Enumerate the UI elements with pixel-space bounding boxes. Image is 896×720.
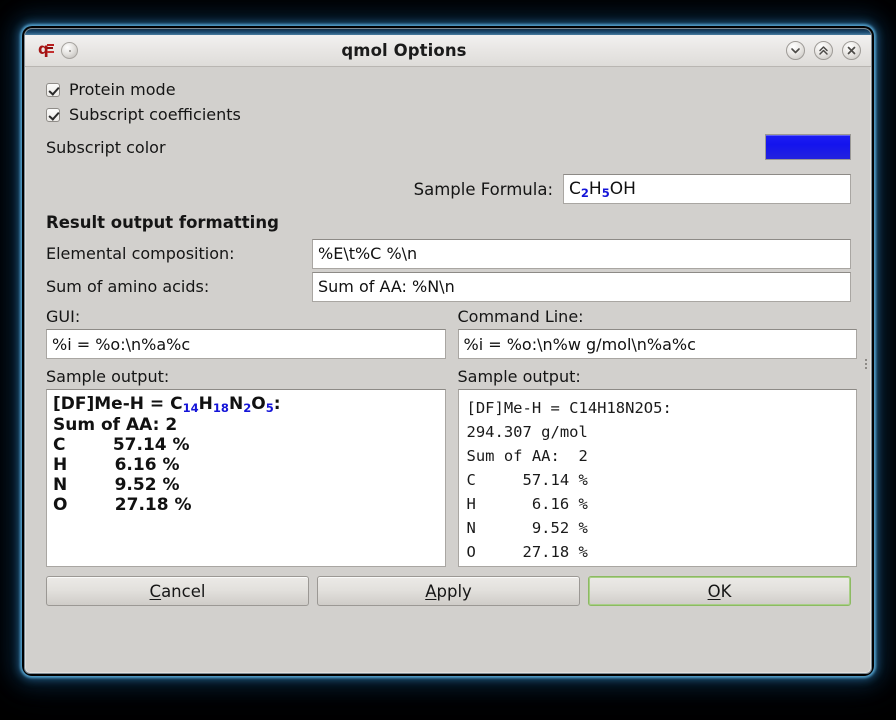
command-line-format-input[interactable]: %i = %o:\n%w g/mol\n%a%c xyxy=(457,329,857,359)
cli-output-line: 294.307 g/mol xyxy=(466,423,588,441)
dialog-button-row: Cancel Apply OK xyxy=(39,576,857,606)
cancel-button[interactable]: Cancel xyxy=(46,576,309,606)
subscript-coefficients-checkbox[interactable] xyxy=(46,107,60,122)
result-formatting-heading: Result output formatting xyxy=(46,213,279,232)
format-columns: GUI: %i = %o:\n%a%c Sample output: [DF]M… xyxy=(39,307,857,567)
amino-acid-sum-row: Sum of amino acids: Sum of AA: %N\n xyxy=(39,270,857,303)
desktop-background: q qmol Options Protein mode Subscript co… xyxy=(0,0,896,720)
cli-output-line: N 9.52 % xyxy=(466,519,588,537)
chevron-down-icon xyxy=(791,48,800,54)
gui-label: GUI: xyxy=(46,307,81,326)
subscript-coefficients-row[interactable]: Subscript coefficients xyxy=(46,102,857,127)
cancel-mnemonic: C xyxy=(149,581,162,601)
protein-mode-row[interactable]: Protein mode xyxy=(46,77,857,102)
subscript-coefficients-label: Subscript coefficients xyxy=(69,105,241,124)
cli-output-line: O 27.18 % xyxy=(466,543,588,561)
apply-label: pply xyxy=(436,581,472,601)
sample-formula-row: Sample Formula: C2H5OH xyxy=(39,172,857,206)
subscript-color-row: Subscript color xyxy=(46,130,857,164)
gui-output-line: O 27.18 % xyxy=(53,494,192,515)
minimize-button[interactable] xyxy=(786,41,805,60)
protein-mode-checkbox[interactable] xyxy=(46,82,60,97)
cli-output-line: H 6.16 % xyxy=(466,495,588,513)
gui-output-line: C 57.14 % xyxy=(53,434,190,455)
subscript-color-label: Subscript color xyxy=(46,137,166,157)
elemental-composition-label: Elemental composition: xyxy=(46,244,235,263)
sample-formula-label: Sample Formula: xyxy=(413,179,553,199)
protein-mode-label: Protein mode xyxy=(69,80,176,99)
gui-output-label: Sample output: xyxy=(46,367,170,386)
window-menu-button[interactable] xyxy=(61,42,78,59)
apply-button[interactable]: Apply xyxy=(317,576,580,606)
ok-button[interactable]: OK xyxy=(588,576,851,606)
command-line-label: Command Line: xyxy=(457,307,584,326)
cli-sample-output: [DF]Me-H = C14H18N2O5: 294.307 g/mol Sum… xyxy=(457,389,857,567)
elemental-composition-row: Elemental composition: %E\t%C %\n xyxy=(39,237,857,270)
dialog-body: Protein mode Subscript coefficients Subs… xyxy=(25,67,871,673)
cli-output-line: Sum of AA: 2 xyxy=(466,447,588,465)
qmol-app-icon: q xyxy=(37,41,55,60)
gui-output-line: H 6.16 % xyxy=(53,454,180,475)
gui-column: GUI: %i = %o:\n%a%c Sample output: [DF]M… xyxy=(46,307,446,567)
maximize-button[interactable] xyxy=(814,41,833,60)
ok-label: K xyxy=(720,581,732,601)
cli-output-line: [DF]Me-H = C14H18N2O5: xyxy=(466,399,672,417)
gui-output-formula: [DF]Me-H = C14H18N2O5: xyxy=(53,394,281,415)
window-title: qmol Options xyxy=(341,41,467,60)
gui-output-line: N 9.52 % xyxy=(53,474,180,495)
amino-acid-sum-label: Sum of amino acids: xyxy=(46,277,210,296)
sample-formula-value: C2H5OH xyxy=(569,178,636,200)
subscript-color-swatch[interactable] xyxy=(765,134,851,160)
cli-output-line: C 57.14 % xyxy=(466,471,588,489)
cancel-label: ancel xyxy=(161,581,206,601)
qmol-options-window: q qmol Options Protein mode Subscript co… xyxy=(24,28,872,674)
sample-formula-input[interactable]: C2H5OH xyxy=(563,174,851,204)
close-button[interactable] xyxy=(842,41,861,60)
double-chevron-up-icon xyxy=(819,46,828,55)
gui-output-line: Sum of AA: 2 xyxy=(53,414,178,435)
ok-mnemonic: O xyxy=(707,581,721,601)
cli-output-label: Sample output: xyxy=(457,367,581,386)
gui-sample-output: [DF]Me-H = C14H18N2O5: Sum of AA: 2 C 57… xyxy=(46,389,446,567)
close-icon xyxy=(847,46,856,55)
title-bar: q qmol Options xyxy=(25,35,871,67)
apply-mnemonic: A xyxy=(425,581,437,601)
window-controls xyxy=(786,41,863,60)
elemental-composition-input[interactable]: %E\t%C %\n xyxy=(312,238,851,269)
amino-acid-sum-input[interactable]: Sum of AA: %N\n xyxy=(312,271,851,302)
gui-format-input[interactable]: %i = %o:\n%a%c xyxy=(46,329,446,359)
command-line-column: Command Line: %i = %o:\n%w g/mol\n%a%c S… xyxy=(457,307,857,567)
